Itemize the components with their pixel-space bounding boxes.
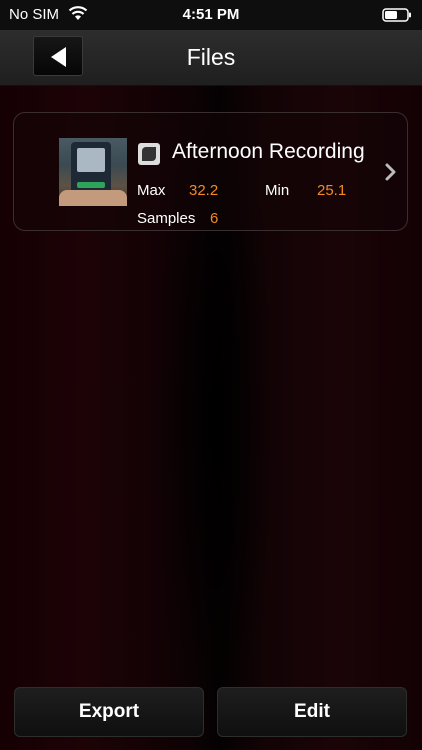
page-title: Files: [186, 44, 236, 70]
samples-label: Samples: [137, 210, 196, 227]
samples-value: 6: [210, 210, 219, 227]
battery-icon: [382, 8, 412, 27]
chevron-right-icon: [385, 163, 397, 186]
export-button[interactable]: Export: [14, 687, 204, 737]
status-bar: No SIM 4:51 PM: [0, 0, 422, 30]
min-label: Min: [265, 182, 290, 199]
file-thumbnail: [59, 138, 127, 206]
min-value: 25.1: [317, 182, 347, 199]
recording-file-icon: [138, 143, 160, 165]
max-value: 32.2: [189, 182, 219, 199]
file-name: Afternoon Recording: [172, 140, 365, 163]
max-label: Max: [137, 182, 166, 199]
status-time: 4:51 PM: [182, 6, 240, 23]
file-list-item[interactable]: Afternoon Recording Max 32.2 Min 25.1 Sa…: [13, 112, 408, 231]
edit-button[interactable]: Edit: [217, 687, 407, 737]
navigation-bar: Files: [0, 30, 422, 86]
